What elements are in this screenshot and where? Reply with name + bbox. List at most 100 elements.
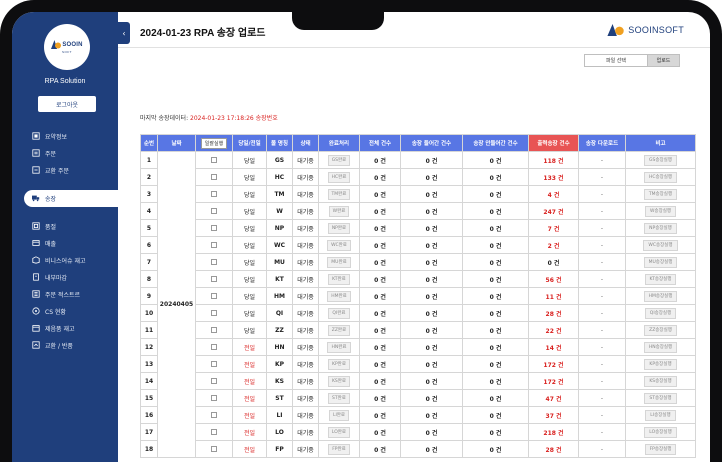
complete-button[interactable]: KP완료 <box>328 358 350 370</box>
complete-button[interactable]: MU완료 <box>327 256 351 268</box>
row-checkbox[interactable] <box>211 361 217 367</box>
run-invoice-button[interactable]: ZZ송장실행 <box>644 324 677 336</box>
row-checkbox[interactable] <box>211 208 217 214</box>
sidebar-item-cs[interactable]: CS 현황 <box>12 303 118 320</box>
cell-download[interactable]: - <box>578 389 626 407</box>
run-invoice-button[interactable]: NP송장실행 <box>644 222 677 234</box>
cell-download[interactable]: - <box>578 219 626 237</box>
run-invoice-button[interactable]: GS송장실행 <box>644 154 677 166</box>
sidebar-item-sales[interactable]: 매출 <box>12 235 118 252</box>
cell-no: 2 <box>140 168 158 186</box>
row-checkbox[interactable] <box>211 259 217 265</box>
cell-total: 0 건 <box>359 219 401 237</box>
complete-button[interactable]: FP완료 <box>328 443 350 455</box>
row-checkbox[interactable] <box>211 174 217 180</box>
cell-total: 0 건 <box>359 389 401 407</box>
sidebar-item-closing[interactable]: 내부마감 <box>12 269 118 286</box>
cell-download[interactable]: - <box>578 406 626 424</box>
cell-download[interactable]: - <box>578 440 626 458</box>
row-checkbox[interactable] <box>211 242 217 248</box>
run-invoice-button[interactable]: MU송장실행 <box>643 256 678 268</box>
complete-button[interactable]: W완료 <box>328 205 350 217</box>
complete-button[interactable]: HC완료 <box>327 171 351 183</box>
cell-download[interactable]: - <box>578 185 626 203</box>
row-checkbox[interactable] <box>211 293 217 299</box>
cell-download[interactable]: - <box>578 253 626 271</box>
sidebar-item-summary[interactable]: 요약정보 <box>12 128 118 145</box>
sidebar-item-order[interactable]: 주문 <box>12 145 118 162</box>
row-checkbox[interactable] <box>211 310 217 316</box>
complete-button[interactable]: KT완료 <box>328 273 350 285</box>
complete-button[interactable]: HN완료 <box>327 341 351 353</box>
cell-mall: ZZ <box>266 321 293 339</box>
col-header-mall: 몰 명칭 <box>266 134 293 152</box>
upload-button[interactable]: 업로드 <box>648 54 680 67</box>
complete-button[interactable]: NP완료 <box>327 222 351 234</box>
cell-download[interactable]: - <box>578 168 626 186</box>
row-checkbox[interactable] <box>211 344 217 350</box>
complete-button[interactable]: LI완료 <box>328 409 350 421</box>
cell-download[interactable]: - <box>578 287 626 305</box>
row-checkbox[interactable] <box>211 225 217 231</box>
logo-mark-icon <box>51 40 62 49</box>
row-checkbox[interactable] <box>211 378 217 384</box>
run-invoice-button[interactable]: LO송장실행 <box>644 426 677 438</box>
cell-download[interactable]: - <box>578 151 626 169</box>
run-invoice-button[interactable]: KS송장실행 <box>644 375 677 387</box>
run-invoice-button[interactable]: KP송장실행 <box>644 358 677 370</box>
run-invoice-button[interactable]: HM송장실행 <box>643 290 678 302</box>
run-invoice-button[interactable]: FP송장실행 <box>644 443 677 455</box>
sidebar-item-exchange-order[interactable]: 교환 주문 <box>12 162 118 179</box>
complete-button[interactable]: HM완료 <box>327 290 351 302</box>
complete-button[interactable]: TM완료 <box>327 188 351 200</box>
cell-download[interactable]: - <box>578 423 626 441</box>
cell-download[interactable]: - <box>578 355 626 373</box>
complete-button[interactable]: ST완료 <box>328 392 350 404</box>
complete-button[interactable]: QI완료 <box>328 307 350 319</box>
run-invoice-button[interactable]: ST송장실행 <box>644 392 677 404</box>
cell-status: 대기중 <box>292 423 319 441</box>
batch-run-button[interactable]: 일괄실행 <box>200 137 228 149</box>
row-checkbox[interactable] <box>211 429 217 435</box>
row-checkbox[interactable] <box>211 276 217 282</box>
cell-in: 0 건 <box>400 304 463 322</box>
sidebar-item-soldout[interactable]: 품절 <box>12 218 118 235</box>
row-checkbox[interactable] <box>211 412 217 418</box>
row-checkbox[interactable] <box>211 191 217 197</box>
run-invoice-button[interactable]: TM송장실행 <box>643 188 678 200</box>
run-invoice-button[interactable]: QI송장실행 <box>644 307 677 319</box>
complete-button[interactable]: WC완료 <box>327 239 351 251</box>
cell-download[interactable]: - <box>578 202 626 220</box>
sooinsoft-logo[interactable]: SOOIN SOFT <box>44 24 90 70</box>
cell-download[interactable]: - <box>578 304 626 322</box>
run-invoice-button[interactable]: HN송장실행 <box>643 341 678 353</box>
complete-button[interactable]: KS완료 <box>327 375 351 387</box>
sidebar-item-return[interactable]: 교환 / 반품 <box>12 337 118 354</box>
run-invoice-button[interactable]: HC송장실행 <box>643 171 678 183</box>
run-invoice-button[interactable]: W송장실행 <box>644 205 676 217</box>
sidebar-item-order-list[interactable]: 주문 적스트르 <box>12 286 118 303</box>
cell-download[interactable]: - <box>578 236 626 254</box>
cell-download[interactable]: - <box>578 372 626 390</box>
cell-download[interactable]: - <box>578 270 626 288</box>
row-checkbox[interactable] <box>211 327 217 333</box>
complete-button[interactable]: ZZ완료 <box>327 324 351 336</box>
cell-download[interactable]: - <box>578 321 626 339</box>
run-invoice-button[interactable]: KT송장실행 <box>644 273 677 285</box>
cell-status: 대기중 <box>292 372 319 390</box>
cell-day: 전일 <box>232 440 267 458</box>
logout-button[interactable]: 로그아웃 <box>38 96 96 112</box>
sidebar-item-product-stock[interactable]: 제음품 재고 <box>12 320 118 337</box>
complete-button[interactable]: GS완료 <box>327 154 351 166</box>
sidebar-item-stock[interactable]: 비니스어슈 재고 <box>12 252 118 269</box>
run-invoice-button[interactable]: WC송장실행 <box>643 239 678 251</box>
sidebar-item-invoice[interactable]: 송장 <box>24 190 118 207</box>
file-select-button[interactable]: 파일 선택 <box>584 54 648 67</box>
complete-button[interactable]: LO완료 <box>327 426 351 438</box>
row-checkbox[interactable] <box>211 446 217 452</box>
run-invoice-button[interactable]: LI송장실행 <box>645 409 676 421</box>
cell-download[interactable]: - <box>578 338 626 356</box>
stock-icon <box>32 256 40 264</box>
row-checkbox[interactable] <box>211 157 217 163</box>
row-checkbox[interactable] <box>211 395 217 401</box>
